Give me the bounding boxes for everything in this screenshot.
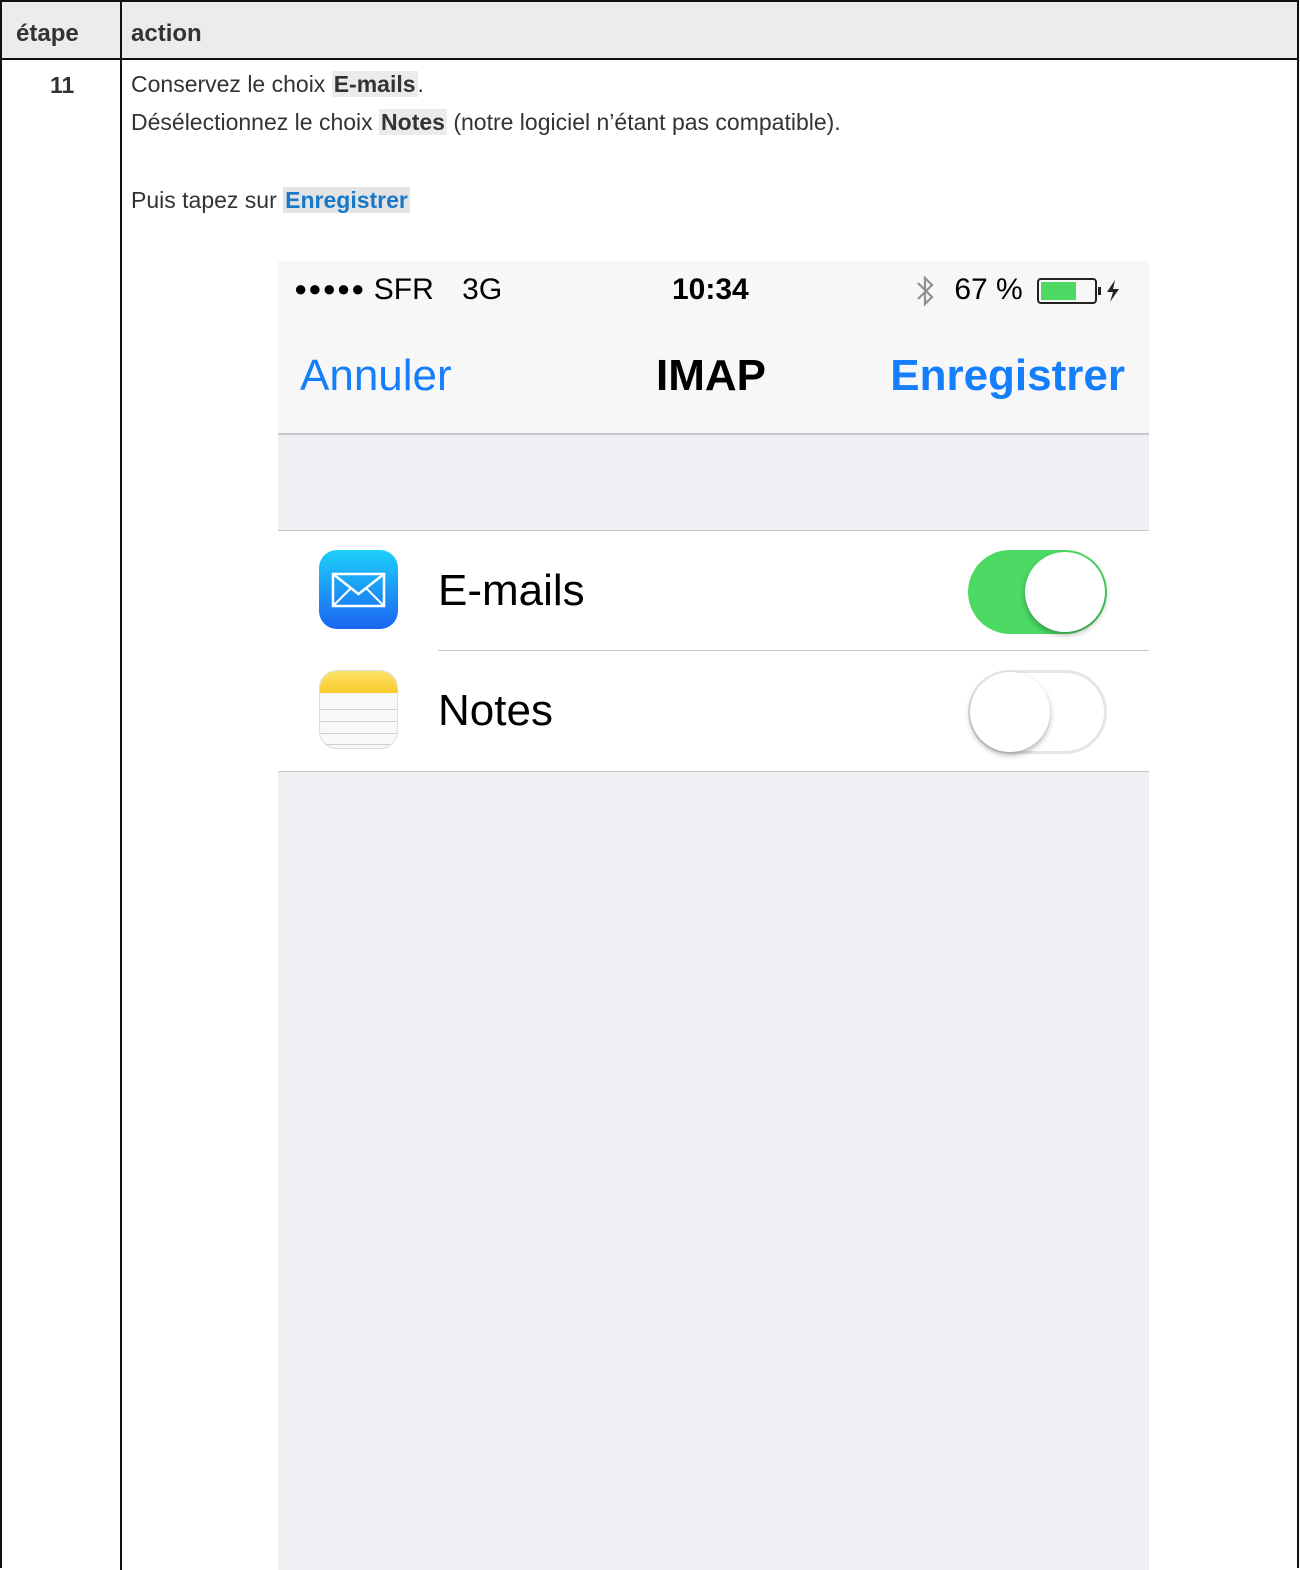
keyword-enregistrer: Enregistrer <box>283 187 410 213</box>
instruction-text: . <box>417 71 424 97</box>
nav-title: IMAP <box>656 351 766 400</box>
instruction-text: (notre logiciel n’étant pas compatible). <box>446 109 841 135</box>
table-header: étape action <box>2 2 1297 60</box>
notes-toggle[interactable] <box>968 670 1107 754</box>
instruction-line-3: Puis tapez sur Enregistrer <box>131 187 410 214</box>
notes-icon <box>319 670 398 749</box>
column-header-step: étape <box>16 20 79 47</box>
instruction-line-2: Désélectionnez le choix Notes (notre log… <box>131 109 841 136</box>
keyword-emails: E-mails <box>331 71 418 97</box>
instruction-text: Puis tapez sur <box>131 187 284 213</box>
row-label-emails: E-mails <box>438 566 585 615</box>
cancel-button[interactable]: Annuler <box>300 351 452 401</box>
battery-icon <box>1037 278 1120 305</box>
bluetooth-icon <box>917 275 934 307</box>
column-header-action: action <box>131 20 202 47</box>
toggle-knob <box>1025 552 1105 632</box>
network-type: 3G <box>462 273 503 306</box>
save-button[interactable]: Enregistrer <box>890 351 1125 401</box>
instruction-text: Désélectionnez le choix <box>131 109 380 135</box>
column-divider <box>120 2 122 1570</box>
mail-icon <box>319 550 398 629</box>
row-label-notes: Notes <box>438 686 553 735</box>
battery-percent: 67 % <box>954 273 1023 306</box>
row-notes: Notes <box>278 651 1149 770</box>
status-left: ●●●●● SFR 3G <box>294 273 502 307</box>
settings-group: E-mails Notes <box>278 530 1149 772</box>
phone-screenshot: ●●●●● SFR 3G 10:34 67 % Annuler IMAP Enr <box>278 261 1149 1570</box>
toggle-knob <box>970 672 1050 752</box>
carrier-name: SFR <box>373 273 434 306</box>
row-emails: E-mails <box>278 531 1149 651</box>
instruction-text: Conservez le choix <box>131 71 332 97</box>
signal-dots-icon: ●●●●● <box>294 276 366 301</box>
step-number: 11 <box>50 72 75 98</box>
emails-toggle[interactable] <box>968 550 1107 634</box>
status-time: 10:34 <box>672 273 749 306</box>
navigation-bar: ●●●●● SFR 3G 10:34 67 % Annuler IMAP Enr <box>278 261 1149 435</box>
instruction-line-1: Conservez le choix E-mails. <box>131 71 424 98</box>
keyword-notes: Notes <box>379 109 447 135</box>
instruction-table: étape action 11 Conservez le choix E-mai… <box>0 0 1299 1570</box>
status-right: 67 % <box>914 273 1125 308</box>
